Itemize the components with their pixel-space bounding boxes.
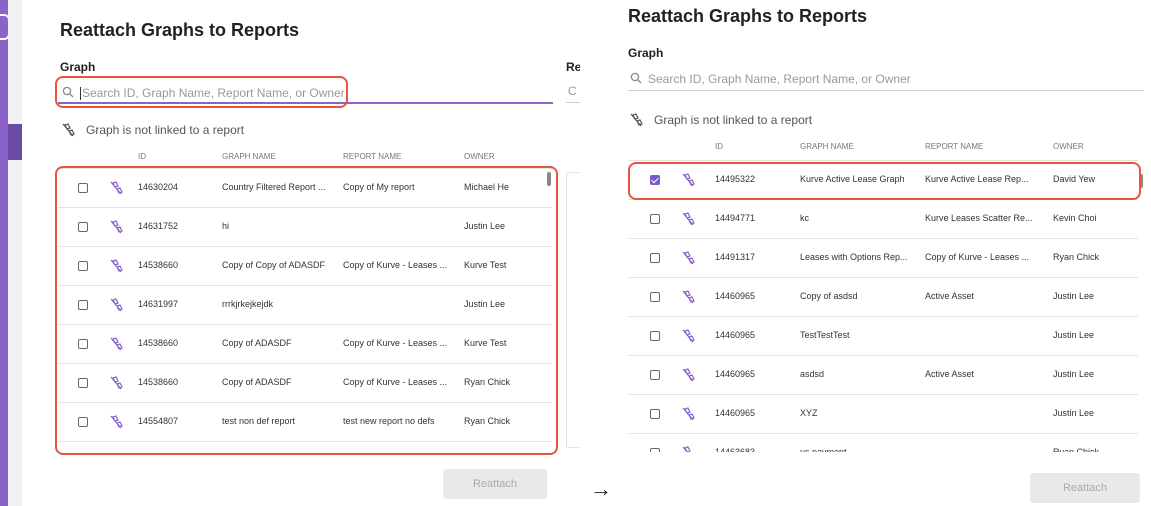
col-owner: OWNER <box>1053 142 1084 151</box>
search-underline <box>628 90 1144 91</box>
cell-id: 14491317 <box>715 252 756 262</box>
transition-arrow: → <box>590 476 612 501</box>
search-icon <box>630 72 642 87</box>
cell-owner: Justin Lee <box>1053 291 1095 301</box>
rail-bg-top <box>8 0 22 124</box>
row-checkbox[interactable] <box>650 448 660 452</box>
graph-table[interactable]: 14495322 Kurve Active Lease Graph Kurve Ac… <box>628 160 1138 452</box>
right-screenshot: Reattach Graphs to Reports Graph Search … <box>610 0 1151 506</box>
unlinked-icon <box>680 328 696 344</box>
report-label-cut: Re <box>566 60 580 74</box>
cell-graph-name: Copy of asdsd <box>800 291 858 301</box>
cell-id: 14463683 <box>715 447 756 452</box>
left-screenshot: Reattach Graphs to Reports Graph Re Sear… <box>0 0 580 506</box>
cell-graph-name: asdsd <box>800 369 825 379</box>
cell-owner: Justin Lee <box>1053 369 1095 379</box>
cell-report-name: Active Asset <box>925 291 975 301</box>
table-row[interactable]: 14491317 Leases with Options Rep... Copy o… <box>628 239 1138 278</box>
unlinked-icon <box>680 250 696 266</box>
search-placeholder: Search ID, Graph Name, Report Name, or O… <box>648 72 911 86</box>
cell-id: 14460965 <box>715 408 756 418</box>
cell-owner: Justin Lee <box>1053 330 1095 340</box>
legend-not-linked: Graph is not linked to a report <box>628 112 812 128</box>
unlinked-icon <box>680 367 696 383</box>
cell-graph-name: Leases with Options Rep... <box>800 252 908 262</box>
unlinked-icon <box>680 445 696 452</box>
unlinked-icon <box>680 406 696 422</box>
table-highlight <box>55 166 558 455</box>
cell-id: 14460965 <box>715 330 756 340</box>
unlinked-icon <box>628 112 644 128</box>
col-id: ID <box>715 142 723 151</box>
col-id: ID <box>138 152 146 161</box>
table-row[interactable]: 14460965 TestTestTest Justin Lee <box>628 317 1138 356</box>
cell-owner: Ryan Chick <box>1053 252 1100 262</box>
unlinked-icon <box>680 211 696 227</box>
row-checkbox[interactable] <box>650 331 660 341</box>
row-checkbox[interactable] <box>650 214 660 224</box>
cell-id: 14460965 <box>715 369 756 379</box>
cell-id: 14494771 <box>715 213 756 223</box>
table-row[interactable]: 14460965 asdsd Active Asset Justin Lee <box>628 356 1138 395</box>
cell-report-name: Kurve Leases Scatter Re... <box>925 213 1033 223</box>
unlinked-icon <box>680 289 696 305</box>
cell-owner: Justin Lee <box>1053 408 1095 418</box>
rail-active-marker <box>8 124 22 160</box>
app-sidebar-rail <box>0 0 8 506</box>
legend-text: Graph is not linked to a report <box>654 113 813 127</box>
row-checkbox[interactable] <box>650 253 660 263</box>
table-row[interactable]: 14460965 XYZ Justin Lee <box>628 395 1138 434</box>
table-row[interactable]: 14463683 us payment Ryan Chick <box>628 434 1138 452</box>
legend-not-linked: Graph is not linked to a report <box>60 122 244 138</box>
dialog-title: Reattach Graphs to Reports <box>628 6 868 26</box>
cell-graph-name: XYZ <box>800 408 818 418</box>
report-search-icon: C <box>568 84 577 98</box>
report-search-underline <box>566 102 580 103</box>
comparison-stage: Reattach Graphs to Reports Graph Re Sear… <box>0 0 1151 506</box>
col-report-name: REPORT NAME <box>925 142 984 151</box>
cell-graph-name: TestTestTest <box>800 330 850 340</box>
col-owner: OWNER <box>464 152 495 161</box>
cell-id: 14460965 <box>715 291 756 301</box>
reattach-button[interactable]: Reattach <box>1030 473 1140 503</box>
search-highlight <box>55 76 348 108</box>
table-row[interactable]: 14460965 Copy of asdsd Active Asset Justin … <box>628 278 1138 317</box>
reattach-button[interactable]: Reattach <box>443 469 547 499</box>
selected-row-highlight <box>628 162 1141 200</box>
rail-bg-bottom <box>8 160 22 506</box>
cell-owner: Kevin Choi <box>1053 213 1097 223</box>
col-report-name: REPORT NAME <box>343 152 402 161</box>
row-checkbox[interactable] <box>650 370 660 380</box>
unlinked-icon <box>60 122 76 138</box>
row-checkbox[interactable] <box>650 292 660 302</box>
graph-label: Graph <box>628 46 664 60</box>
graph-label: Graph <box>60 60 96 74</box>
cell-owner: Ryan Chick <box>1053 447 1100 452</box>
cell-report-name: Copy of Kurve - Leases ... <box>925 252 1030 262</box>
col-graph-name: GRAPH NAME <box>222 152 276 161</box>
row-checkbox[interactable] <box>650 409 660 419</box>
dialog-title: Reattach Graphs to Reports <box>60 20 300 40</box>
cell-graph-name: us payment <box>800 447 847 452</box>
table-row[interactable]: 14494771 kc Kurve Leases Scatter Re... Kevi… <box>628 200 1138 239</box>
report-table-cut <box>566 172 580 448</box>
col-graph-name: GRAPH NAME <box>800 142 854 151</box>
cell-graph-name: kc <box>800 213 809 223</box>
legend-text: Graph is not linked to a report <box>86 123 245 137</box>
cell-report-name: Active Asset <box>925 369 975 379</box>
